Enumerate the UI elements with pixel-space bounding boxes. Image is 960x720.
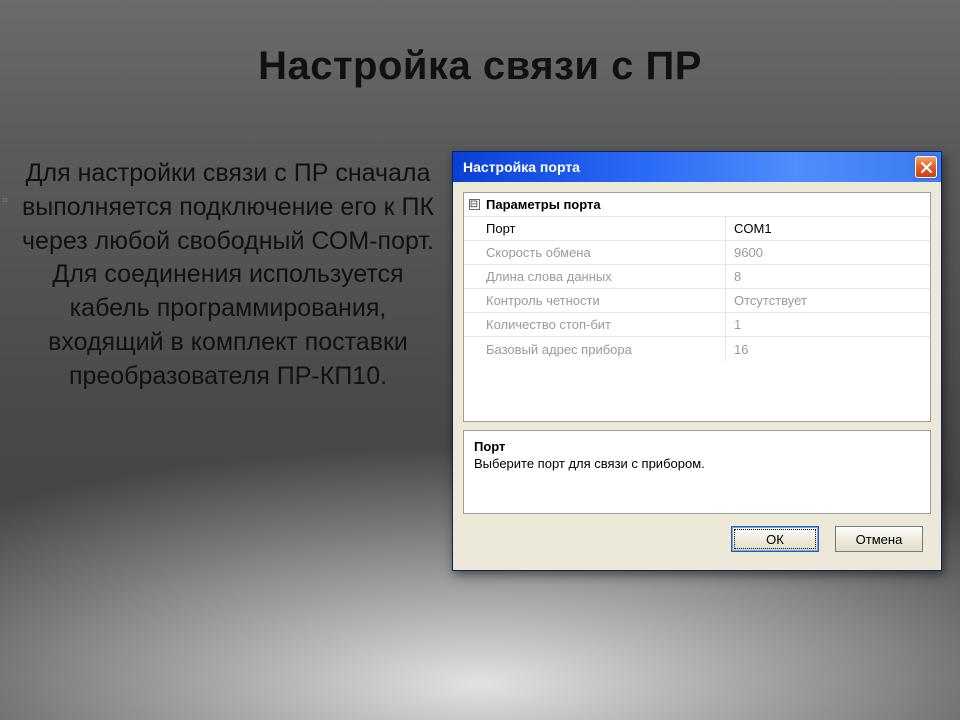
property-row: Контроль четности Отсутствует (464, 289, 930, 313)
close-icon (921, 162, 932, 173)
cancel-button[interactable]: Отмена (835, 526, 923, 552)
property-value: Отсутствует (726, 289, 930, 312)
property-label: Порт (484, 217, 726, 240)
group-label: Параметры порта (484, 193, 930, 216)
property-row: Скорость обмена 9600 (464, 241, 930, 265)
ok-button[interactable]: ОК (731, 526, 819, 552)
content-area: Для настройки связи с ПР сначала выполня… (0, 89, 960, 571)
close-button[interactable] (915, 156, 937, 178)
description-text: Для настройки связи с ПР сначала выполня… (18, 151, 438, 393)
property-label: Количество стоп-бит (484, 313, 726, 336)
help-text: Выберите порт для связи с прибором. (474, 456, 920, 471)
property-label: Контроль четности (484, 289, 726, 312)
help-title: Порт (474, 439, 920, 454)
property-value: 9600 (726, 241, 930, 264)
button-row: ОК Отмена (463, 522, 931, 562)
property-row: Количество стоп-бит 1 (464, 313, 930, 337)
slide-title: Настройка связи с ПР (0, 0, 960, 89)
dialog-title: Настройка порта (463, 159, 580, 175)
property-value[interactable]: COM1 (726, 217, 930, 240)
group-header[interactable]: ⊟ Параметры порта (464, 193, 930, 217)
property-row[interactable]: Порт COM1 (464, 217, 930, 241)
titlebar[interactable]: Настройка порта (453, 152, 941, 182)
property-label: Длина слова данных (484, 265, 726, 288)
port-settings-dialog: Настройка порта ⊟ Параметры порта Порт (452, 151, 942, 571)
property-label: Базовый адрес прибора (484, 337, 726, 361)
property-value: 1 (726, 313, 930, 336)
property-value: 16 (726, 337, 930, 361)
property-value: 8 (726, 265, 930, 288)
bullet-marker: ▫ (2, 192, 8, 210)
property-grid[interactable]: ⊟ Параметры порта Порт COM1 Скорость обм… (463, 192, 931, 422)
property-row: Базовый адрес прибора 16 (464, 337, 930, 361)
property-label: Скорость обмена (484, 241, 726, 264)
property-row: Длина слова данных 8 (464, 265, 930, 289)
help-panel: Порт Выберите порт для связи с прибором. (463, 430, 931, 514)
dialog-body: ⊟ Параметры порта Порт COM1 Скорость обм… (453, 182, 941, 570)
collapse-icon[interactable]: ⊟ (469, 199, 480, 210)
